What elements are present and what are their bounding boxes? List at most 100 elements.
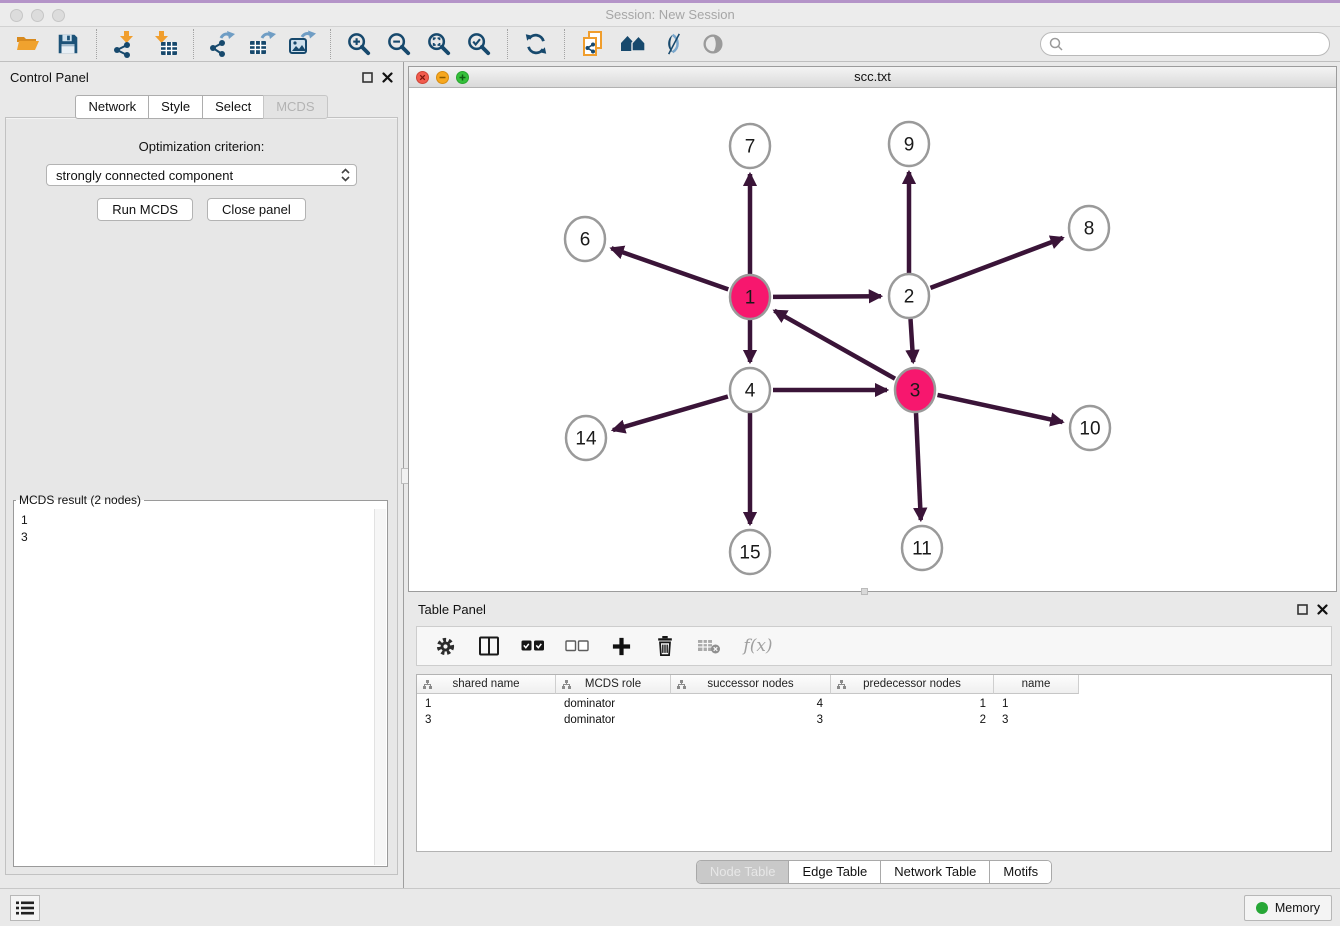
show-all-networks-button[interactable] xyxy=(615,28,651,60)
control-panel: Control Panel NetworkStyleSelectMCDS Opt… xyxy=(0,62,404,888)
search-icon xyxy=(1049,37,1063,51)
graph-edge-3-1[interactable] xyxy=(774,311,895,379)
graph-node-label-4: 4 xyxy=(745,381,756,402)
table-toolbar: f(x) xyxy=(416,626,1332,666)
cell-predecessor-nodes[interactable]: 2 xyxy=(831,714,994,726)
refresh-button[interactable] xyxy=(518,28,554,60)
control-panel-header: Control Panel xyxy=(0,62,403,92)
close-panel-icon[interactable] xyxy=(1317,604,1328,615)
column-header-shared-name[interactable]: shared name xyxy=(417,675,556,694)
main-toolbar xyxy=(0,27,1340,62)
column-header-successor-nodes[interactable]: successor nodes xyxy=(671,675,831,694)
zoom-selected-button[interactable] xyxy=(461,28,497,60)
cell-name[interactable]: 3 xyxy=(994,714,1079,726)
zoom-in-button[interactable] xyxy=(341,28,377,60)
delete-table-button[interactable] xyxy=(697,634,721,658)
graph-node-label-10: 10 xyxy=(1079,419,1100,440)
graph-edge-2-3[interactable] xyxy=(911,319,914,362)
column-header-predecessor-nodes[interactable]: predecessor nodes xyxy=(831,675,994,694)
zoom-out-button[interactable] xyxy=(381,28,417,60)
minimize-view-icon[interactable] xyxy=(436,71,449,84)
tab-motifs[interactable]: Motifs xyxy=(990,861,1051,883)
network-window-controls[interactable] xyxy=(416,71,469,84)
attribute-tree-icon xyxy=(423,680,432,689)
mcds-result-area[interactable]: 13 xyxy=(15,509,386,865)
duplicate-network-button[interactable] xyxy=(575,28,611,60)
table-body: 1dominator4113dominator323 xyxy=(417,696,1331,728)
apply-style-button[interactable] xyxy=(655,28,691,60)
close-window-icon[interactable] xyxy=(10,9,23,22)
graph-node-label-3: 3 xyxy=(910,381,921,402)
application-window: Session: New Session xyxy=(0,0,1340,926)
tab-style[interactable]: Style xyxy=(148,95,202,119)
float-panel-icon[interactable] xyxy=(1297,604,1308,615)
network-window-titlebar[interactable]: scc.txt xyxy=(409,67,1336,88)
table-row[interactable]: 1dominator411 xyxy=(417,696,1331,712)
cell-mcds-role[interactable]: dominator xyxy=(556,698,671,710)
graph-node-label-11: 11 xyxy=(912,539,932,560)
result-scrollbar[interactable] xyxy=(374,509,386,865)
window-controls[interactable] xyxy=(10,9,65,22)
task-history-button[interactable] xyxy=(10,895,40,921)
add-column-button[interactable] xyxy=(609,634,633,658)
network-canvas[interactable]: 7968124314101511 xyxy=(409,88,1336,591)
table-row[interactable]: 3dominator323 xyxy=(417,712,1331,728)
toolbar-separator xyxy=(507,29,508,59)
import-table-button[interactable] xyxy=(147,28,183,60)
import-network-button[interactable] xyxy=(107,28,143,60)
column-header-mcds-role[interactable]: MCDS role xyxy=(556,675,671,694)
gear-icon xyxy=(435,636,456,657)
tab-mcds[interactable]: MCDS xyxy=(263,95,327,119)
column-header-name[interactable]: name xyxy=(994,675,1079,694)
graph-node-label-1: 1 xyxy=(745,288,756,309)
cell-mcds-role[interactable]: dominator xyxy=(556,714,671,726)
table-settings-button[interactable] xyxy=(433,634,457,658)
search-input[interactable] xyxy=(1063,37,1321,52)
close-panel-button[interactable]: Close panel xyxy=(207,198,306,221)
export-image-button[interactable] xyxy=(284,28,320,60)
minimize-window-icon[interactable] xyxy=(31,9,44,22)
export-network-button[interactable] xyxy=(204,28,240,60)
close-panel-icon[interactable] xyxy=(382,72,393,83)
cell-successor-nodes[interactable]: 4 xyxy=(671,698,831,710)
zoom-fit-button[interactable] xyxy=(421,28,457,60)
criterion-select[interactable]: strongly connected component xyxy=(46,164,357,186)
delete-columns-button[interactable] xyxy=(653,634,677,658)
cell-shared-name[interactable]: 3 xyxy=(417,714,556,726)
function-builder-button[interactable]: f(x) xyxy=(741,634,775,658)
float-panel-icon[interactable] xyxy=(362,72,373,83)
graph-edge-3-10[interactable] xyxy=(938,395,1063,422)
maximize-view-icon[interactable] xyxy=(456,71,469,84)
tab-network-table[interactable]: Network Table xyxy=(881,861,990,883)
graph-edge-3-11[interactable] xyxy=(916,413,921,520)
table-panel-header: Table Panel xyxy=(408,596,1340,622)
graph-edge-1-6[interactable] xyxy=(611,248,728,289)
search-box[interactable] xyxy=(1040,32,1330,56)
cell-predecessor-nodes[interactable]: 1 xyxy=(831,698,994,710)
select-all-rows-button[interactable] xyxy=(521,634,545,658)
cell-name[interactable]: 1 xyxy=(994,698,1079,710)
tab-edge-table[interactable]: Edge Table xyxy=(789,861,881,883)
toggle-panel-layout-button[interactable] xyxy=(477,634,501,658)
view-resize-grip[interactable] xyxy=(861,588,868,595)
save-session-button[interactable] xyxy=(50,28,86,60)
close-view-icon[interactable] xyxy=(416,71,429,84)
tab-node-table[interactable]: Node Table xyxy=(697,861,790,883)
deselect-all-rows-button[interactable] xyxy=(565,634,589,658)
open-session-button[interactable] xyxy=(10,28,46,60)
cell-shared-name[interactable]: 1 xyxy=(417,698,556,710)
cell-successor-nodes[interactable]: 3 xyxy=(671,714,831,726)
export-table-button[interactable] xyxy=(244,28,280,60)
maximize-window-icon[interactable] xyxy=(52,9,65,22)
memory-button[interactable]: Memory xyxy=(1244,895,1332,921)
graph-edge-4-14[interactable] xyxy=(613,397,728,431)
run-mcds-button[interactable]: Run MCDS xyxy=(97,198,193,221)
tab-network[interactable]: Network xyxy=(75,95,148,119)
network-graph: 7968124314101511 xyxy=(409,88,1336,591)
graph-edge-2-8[interactable] xyxy=(931,238,1063,288)
node-table[interactable]: shared nameMCDS rolesuccessor nodesprede… xyxy=(416,674,1332,852)
unchecked-boxes-icon xyxy=(565,640,589,652)
graph-edge-1-2[interactable] xyxy=(773,296,881,297)
hide-selected-button[interactable] xyxy=(695,28,731,60)
tab-select[interactable]: Select xyxy=(202,95,263,119)
